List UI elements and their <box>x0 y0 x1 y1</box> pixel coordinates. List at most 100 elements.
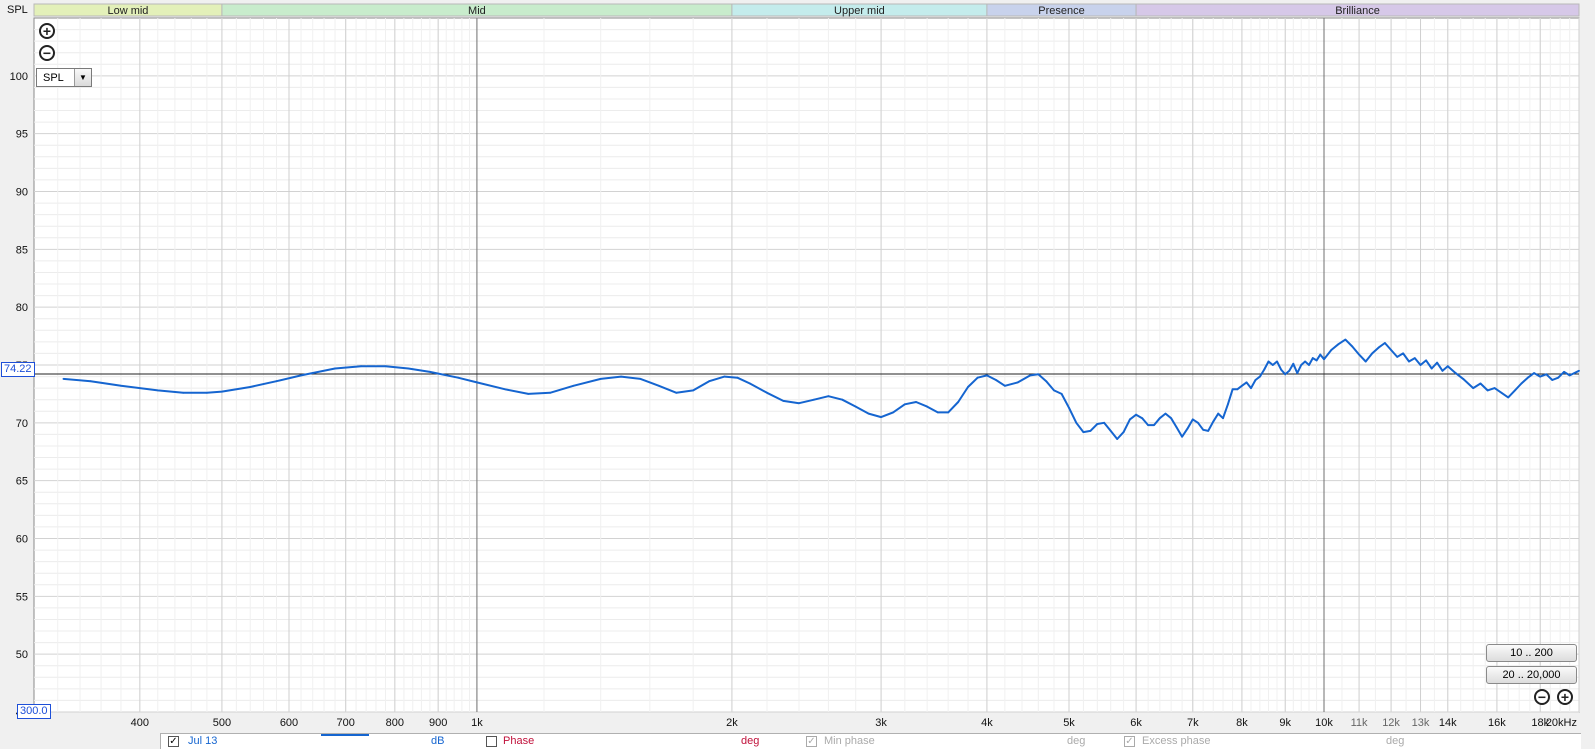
data-point <box>1153 424 1155 426</box>
data-point <box>1170 417 1172 420</box>
data-point <box>572 384 575 387</box>
measurement-select-value: SPL <box>43 71 64 84</box>
y-tick-label: 55 <box>16 591 28 603</box>
data-point <box>249 386 252 388</box>
x-tick-label: 600 <box>280 717 298 729</box>
data-point <box>782 400 785 402</box>
data-point <box>1377 346 1380 349</box>
data-point <box>1045 380 1048 383</box>
legend-checkbox-series[interactable]: ✓ <box>168 736 179 747</box>
x-tick-label: 800 <box>386 717 404 729</box>
data-point <box>1430 367 1433 370</box>
data-point <box>429 371 431 373</box>
data-point <box>206 391 208 394</box>
zoom-in-vertical-icon[interactable]: + <box>39 23 55 39</box>
data-point <box>1520 382 1523 385</box>
data-point <box>1300 364 1303 366</box>
chevron-down-icon[interactable]: ▼ <box>74 69 91 86</box>
x-tick-label: 8k <box>1236 717 1248 729</box>
range-10-200-button[interactable]: 10 .. 200 <box>1486 644 1577 662</box>
y-tick-label: 60 <box>16 534 28 546</box>
data-point <box>62 378 65 380</box>
data-point <box>1351 345 1354 348</box>
legend-checkbox-excess-phase[interactable]: ✓ <box>1124 736 1135 747</box>
data-point <box>504 388 507 391</box>
data-point <box>1330 349 1333 351</box>
y-tick-label: 90 <box>16 187 28 199</box>
y-tick-label: 95 <box>16 129 28 141</box>
x-tick-label: 5k <box>1063 717 1075 729</box>
data-point <box>1068 406 1070 409</box>
data-point <box>1479 382 1482 385</box>
data-point <box>1319 353 1322 356</box>
data-point <box>1267 360 1270 363</box>
zoom-out-horizontal-icon[interactable]: − <box>1534 689 1550 705</box>
legend-checkbox-min-phase[interactable]: ✓ <box>806 736 817 747</box>
zoom-out-vertical-icon[interactable]: − <box>39 45 55 61</box>
data-point <box>692 389 695 392</box>
data-point <box>749 382 751 385</box>
data-point <box>903 403 906 406</box>
legend-series-line <box>321 734 369 736</box>
data-point <box>1390 349 1392 351</box>
measurement-select[interactable]: SPL ▼ <box>36 68 92 87</box>
data-point <box>1472 387 1475 389</box>
data-point <box>1551 379 1554 381</box>
data-point <box>1454 372 1457 374</box>
data-point <box>1103 421 1105 424</box>
spl-chart[interactable]: Low midMidUpper midPresenceBrilliance455… <box>0 0 1595 748</box>
data-point <box>915 401 917 403</box>
x-tick-label: 3k <box>875 717 887 729</box>
data-point <box>1526 376 1529 379</box>
data-point <box>1016 381 1019 384</box>
data-point <box>1280 368 1282 371</box>
data-point <box>867 412 870 415</box>
data-point <box>986 374 988 377</box>
data-point <box>1089 430 1092 432</box>
data-point <box>1241 384 1243 387</box>
data-point <box>1217 412 1220 415</box>
data-point <box>1129 418 1131 421</box>
data-point <box>1384 342 1386 344</box>
zoom-in-horizontal-icon[interactable]: + <box>1557 689 1573 705</box>
y-tick-label: 70 <box>16 418 28 430</box>
data-point <box>1259 375 1261 378</box>
x-tick-label: 7k <box>1187 717 1199 729</box>
data-point <box>1029 374 1032 377</box>
x-start-readout[interactable]: 300.0 <box>17 704 51 719</box>
x-tick-label: 9k <box>1279 717 1291 729</box>
data-point <box>1284 373 1287 376</box>
data-point <box>599 378 602 380</box>
x-tick-label: 700 <box>337 717 355 729</box>
data-point <box>1533 372 1535 374</box>
data-point <box>639 378 642 380</box>
data-point <box>1315 359 1318 362</box>
data-point <box>300 374 302 377</box>
data-point <box>766 391 768 394</box>
data-point <box>1419 364 1422 366</box>
data-point <box>1539 375 1542 378</box>
data-point <box>1396 356 1399 358</box>
legend-bar: ✓ Jul 13 dB Phase deg ✓ Min phase deg ✓ … <box>160 733 1581 749</box>
data-point <box>995 379 997 381</box>
y-axis-label: SPL <box>7 4 28 16</box>
band-label: Presence <box>1038 5 1084 17</box>
range-20-20000-button[interactable]: 20 .. 20,000 <box>1486 666 1577 684</box>
x-tick-label: 12k <box>1382 717 1400 729</box>
data-point <box>1486 389 1489 392</box>
data-point <box>1425 359 1427 362</box>
data-point <box>1500 391 1503 394</box>
data-point <box>658 384 660 387</box>
legend-checkbox-phase[interactable] <box>486 736 497 747</box>
data-point <box>1402 352 1404 355</box>
data-point <box>1207 430 1210 432</box>
data-point <box>1288 369 1291 372</box>
data-point <box>1296 372 1299 374</box>
data-point <box>1271 364 1274 366</box>
data-point <box>1446 365 1449 368</box>
data-point <box>1191 418 1194 421</box>
data-point <box>1158 417 1161 420</box>
data-point <box>156 389 159 392</box>
data-point <box>1371 352 1374 355</box>
data-point <box>1304 360 1306 363</box>
